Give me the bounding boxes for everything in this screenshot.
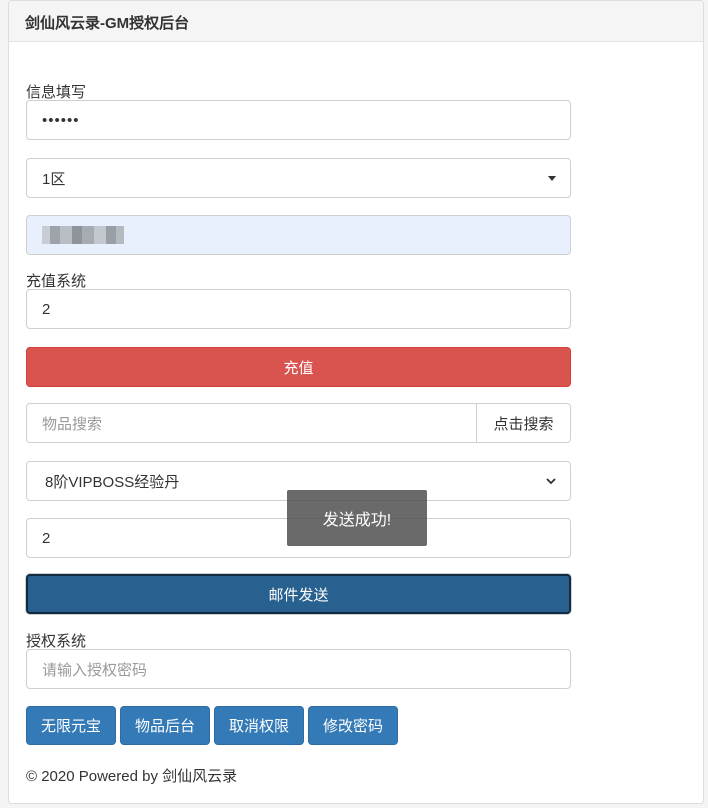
auth-section-label: 授权系统: [26, 633, 87, 650]
unlimited-yuanbao-button[interactable]: 无限元宝: [26, 706, 117, 745]
recharge-amount-value: 2: [42, 300, 51, 318]
search-button[interactable]: 点击搜索: [476, 403, 571, 443]
blurred-value: [42, 226, 124, 244]
toast-message: 发送成功!: [287, 490, 427, 546]
auth-password-placeholder: 请输入授权密码: [42, 661, 148, 679]
server-select[interactable]: 1区: [26, 158, 571, 198]
auth-password-input[interactable]: 请输入授权密码: [26, 649, 571, 689]
caret-down-icon: [548, 176, 556, 181]
footer-copyright: © 2020 Powered by 剑仙风云录: [26, 768, 238, 785]
item-quantity-value: 2: [42, 529, 51, 547]
revoke-permission-button[interactable]: 取消权限: [214, 706, 305, 745]
item-backend-button[interactable]: 物品后台: [120, 706, 211, 745]
server-selected-value: 1区: [42, 170, 66, 188]
item-search-input[interactable]: 物品搜索: [26, 403, 476, 443]
recharge-section-label: 充值系统: [26, 273, 87, 290]
gm-panel: 剑仙风云录-GM授权后台 信息填写 •••••• 1区 充值系统 2 充值 物品…: [8, 0, 704, 804]
item-search-group: 物品搜索 点击搜索: [26, 403, 571, 443]
account-password-input[interactable]: ••••••: [26, 100, 571, 140]
mail-send-button[interactable]: 邮件发送: [26, 574, 571, 614]
auth-button-row: 无限元宝 物品后台 取消权限 修改密码: [26, 706, 399, 745]
item-selected-value: 8阶VIPBOSS经验丹: [45, 473, 180, 491]
panel-title: 剑仙风云录-GM授权后台: [9, 1, 703, 42]
recharge-amount-input[interactable]: 2: [26, 289, 571, 329]
info-section-label: 信息填写: [26, 84, 87, 101]
password-value: ••••••: [42, 111, 80, 129]
recharge-button[interactable]: 充值: [26, 347, 571, 387]
role-input[interactable]: [26, 215, 571, 255]
chevron-down-icon: [546, 478, 556, 485]
item-search-placeholder: 物品搜索: [42, 415, 103, 433]
change-password-button[interactable]: 修改密码: [308, 706, 399, 745]
